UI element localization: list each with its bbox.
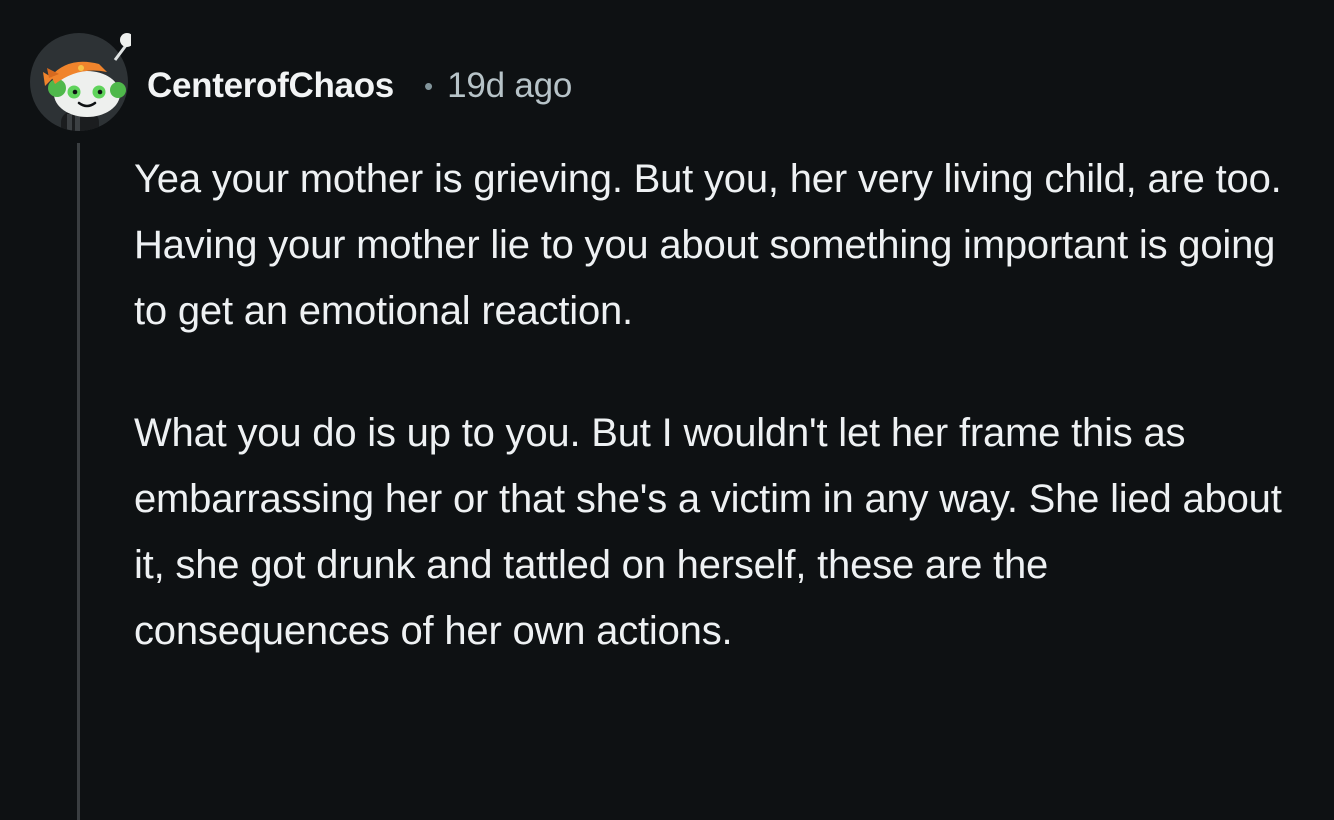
user-avatar[interactable] <box>29 30 134 132</box>
username-link[interactable]: CenterofChaos <box>147 66 394 106</box>
comment-timestamp: 19d ago <box>447 66 573 105</box>
comment-body: Yea your mother is grieving. But you, he… <box>134 146 1309 664</box>
meta-separator: • <box>423 70 434 101</box>
comment-paragraph: Yea your mother is grieving. But you, he… <box>134 157 1282 333</box>
comment-meta: CenterofChaos • 19d ago <box>147 62 572 110</box>
comment-paragraph: What you do is up to you. But I wouldn't… <box>134 411 1282 653</box>
thread-line[interactable] <box>77 143 80 820</box>
comment: CenterofChaos • 19d ago Yea your mother … <box>0 0 1334 820</box>
snoo-avatar-icon <box>30 33 134 131</box>
